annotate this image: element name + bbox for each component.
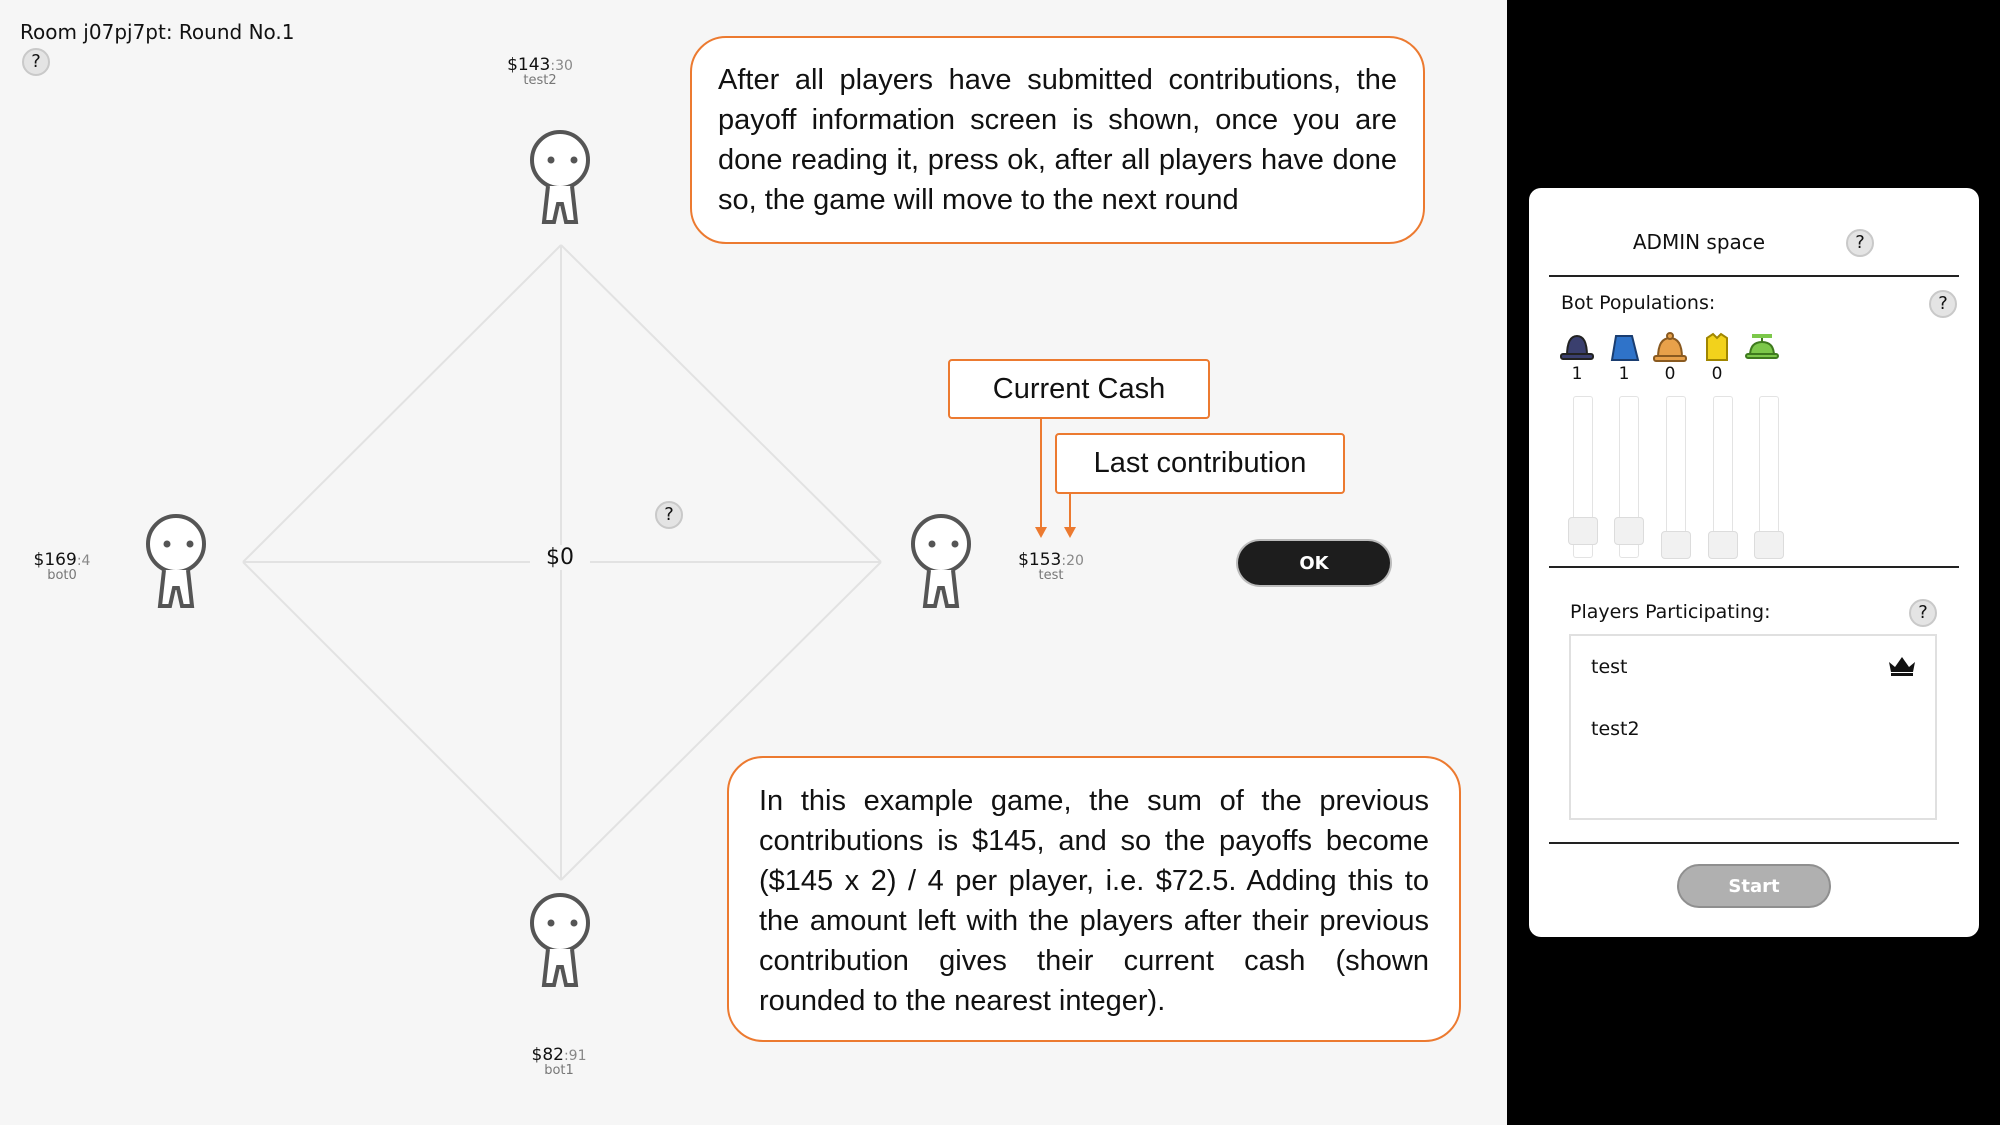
last-contribution: :20 <box>1061 553 1084 569</box>
last-contribution: :91 <box>563 1048 587 1064</box>
player-row: test2 <box>1591 718 1640 740</box>
current-cash-arrow-line <box>1040 419 1042 527</box>
bot-slider[interactable] <box>1614 396 1644 558</box>
players-help-button[interactable]: ? <box>1909 599 1937 627</box>
crown-icon <box>1889 657 1915 676</box>
pot-help-button[interactable]: ? <box>655 501 683 529</box>
admin-title: ADMIN space <box>1632 230 1766 254</box>
last-contribution-arrowhead <box>1064 527 1076 538</box>
player-avatar-left <box>146 514 206 608</box>
bot-count: 1 <box>1618 364 1630 384</box>
player-row: test <box>1591 656 1628 678</box>
bot-populations-label: Bot Populations: <box>1561 292 1716 314</box>
blue-fez-icon <box>1610 335 1640 361</box>
center-pot: $0 <box>530 545 590 570</box>
slider-thumb[interactable] <box>1568 517 1598 545</box>
slider-thumb[interactable] <box>1614 517 1644 545</box>
current-cash-arrowhead <box>1035 527 1047 538</box>
player-avatar-right <box>911 514 971 608</box>
player-avatar-bottom <box>530 893 590 987</box>
deerstalker-hat-icon <box>1653 332 1687 362</box>
player-money-top: $143:30 test2 <box>460 55 620 88</box>
bot-slider[interactable] <box>1661 396 1691 559</box>
callout-current-cash: Current Cash <box>948 359 1210 419</box>
player-name: bot0 <box>47 568 77 583</box>
admin-panel: ADMIN space ? Bot Populations: ? 1 1 0 0… <box>1529 188 1979 937</box>
admin-help-button[interactable]: ? <box>1846 229 1874 257</box>
slider-thumb[interactable] <box>1754 531 1784 559</box>
tutorial-callout-payoff-example: In this example game, the sum of the pre… <box>727 756 1461 1042</box>
last-contribution-arrow-line <box>1069 494 1071 527</box>
current-cash: $169 <box>33 550 77 570</box>
current-cash: $153 <box>1018 550 1062 570</box>
bot-count: 0 <box>1711 364 1723 384</box>
player-name: test <box>1038 568 1064 583</box>
last-contribution: :4 <box>76 553 91 569</box>
ok-button[interactable]: OK <box>1238 541 1390 585</box>
bot-slider[interactable] <box>1708 396 1738 559</box>
player-avatar-top <box>530 130 590 224</box>
bowler-hat-icon <box>1560 334 1594 360</box>
players-list: test test2 <box>1569 634 1937 820</box>
propeller-cap-icon <box>1745 334 1779 359</box>
player-money-right: $153:20 test <box>971 550 1131 583</box>
current-cash: $82 <box>531 1045 564 1065</box>
slider-thumb[interactable] <box>1708 531 1738 559</box>
divider <box>1549 275 1959 277</box>
slider-thumb[interactable] <box>1661 531 1691 559</box>
divider <box>1549 842 1959 844</box>
start-button[interactable]: Start <box>1677 864 1831 908</box>
player-money-bottom: $82:91 bot1 <box>479 1045 639 1078</box>
bot-slider[interactable] <box>1568 396 1598 558</box>
game-area: Room j07pj7pt: Round No.1 ? $0 ? $143:30… <box>0 0 1507 1125</box>
tutorial-callout-payoff-screen: After all players have submitted contrib… <box>690 36 1425 244</box>
callout-last-contribution: Last contribution <box>1055 433 1345 494</box>
bot-slider[interactable] <box>1754 396 1784 559</box>
last-contribution: :30 <box>550 58 573 74</box>
players-participating-label: Players Participating: <box>1570 601 1771 623</box>
player-money-left: $169:4 bot0 <box>0 550 142 583</box>
player-name: test2 <box>523 73 557 88</box>
player-name: bot1 <box>544 1063 574 1078</box>
bot-count: 0 <box>1664 364 1676 384</box>
current-cash: $143 <box>507 55 551 75</box>
bot-populations-help-button[interactable]: ? <box>1929 290 1957 318</box>
divider <box>1549 566 1959 568</box>
bot-count: 1 <box>1571 364 1583 384</box>
yellow-hat-icon <box>1706 332 1728 361</box>
